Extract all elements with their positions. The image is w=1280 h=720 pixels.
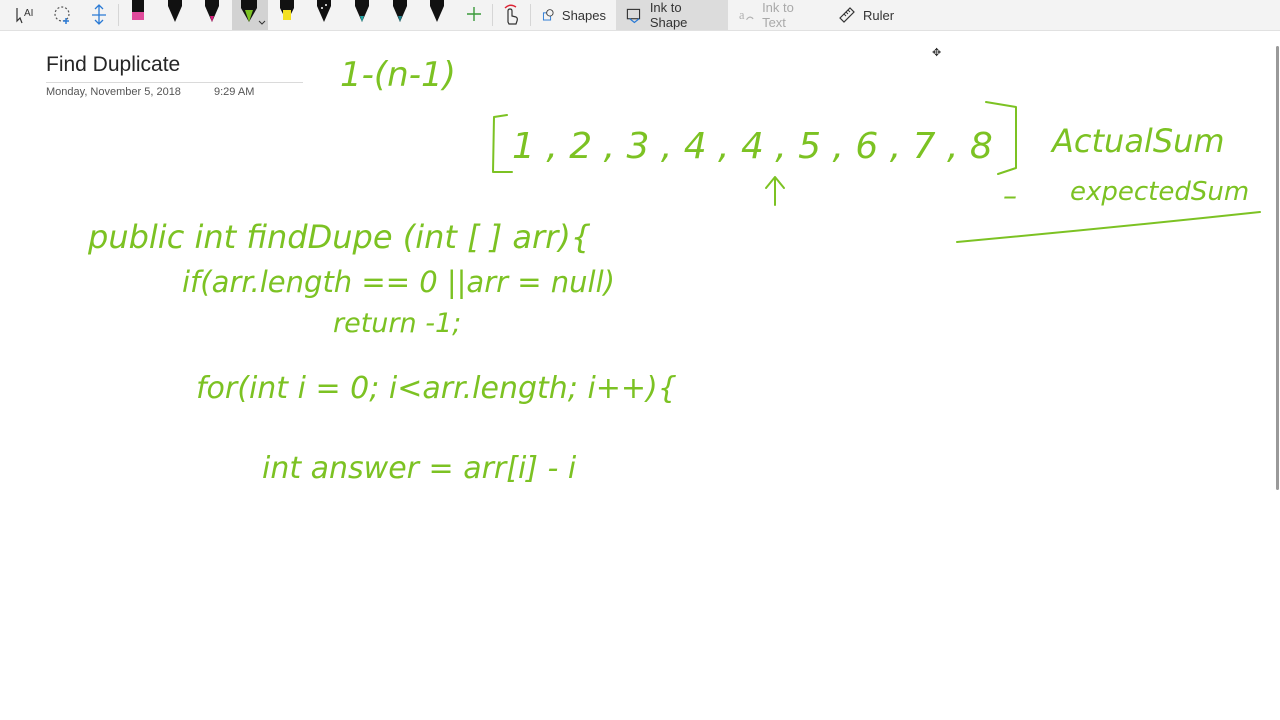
ink-code-line-1: public int findDupe (int [ ] arr){	[87, 218, 591, 256]
ink-sum-underline	[956, 211, 1261, 243]
ink-range-note: 1-(n-1)	[340, 55, 456, 95]
ink-array: 1 , 2 , 3 , 4 , 4 , 5 , 6 , 7 , 8	[512, 126, 993, 167]
ink-minus: –	[1003, 179, 1017, 212]
ink-duplicate-arrow	[765, 176, 785, 206]
ink-code-line-2: if(arr.length == 0 ||arr = null)	[182, 265, 615, 299]
ink-actual-sum: ActualSum	[1050, 122, 1225, 160]
ink-canvas[interactable]: 1-(n-1) 1 , 2 , 3 , 4 , 4 , 5 , 6 , 7 , …	[0, 0, 1280, 720]
ink-code-line-5: int answer = arr[i] - i	[262, 451, 577, 486]
ink-left-bracket	[492, 114, 513, 173]
ink-code-line-3: return -1;	[333, 308, 461, 339]
ink-expected-sum: expectedSum	[1070, 177, 1249, 207]
ink-code-line-4: for(int i = 0; i<arr.length; i++){	[196, 371, 677, 406]
